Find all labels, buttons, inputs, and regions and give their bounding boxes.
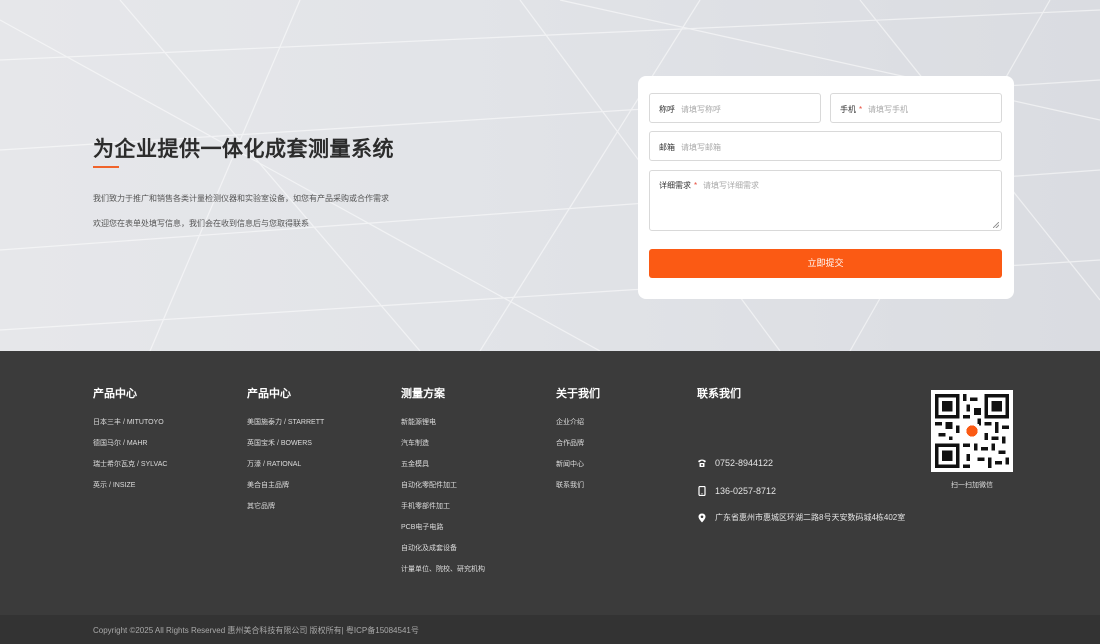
email-label: 邮箱 bbox=[659, 143, 675, 152]
name-field[interactable]: 称呼 请填写称呼 bbox=[649, 93, 821, 123]
footer-link[interactable]: 自动化零配件加工 bbox=[401, 481, 485, 502]
footer-column-solutions: 测量方案 新能源锂电 汽车制造 五金模具 自动化零配件加工 手机零部件加工 PC… bbox=[401, 387, 485, 586]
footer-column-title: 联系我们 bbox=[697, 388, 741, 400]
footer-link[interactable]: 英国宝禾 / BOWERS bbox=[247, 439, 324, 460]
resize-handle-icon[interactable] bbox=[993, 222, 999, 228]
mobile-icon bbox=[698, 486, 706, 496]
name-label: 称呼 bbox=[659, 105, 675, 114]
location-icon bbox=[698, 513, 706, 523]
footer-column-title: 产品中心 bbox=[93, 388, 137, 400]
footer-link[interactable]: 日本三丰 / MITUTOYO bbox=[93, 418, 167, 439]
footer-link[interactable]: 汽车制造 bbox=[401, 439, 485, 460]
footer-column-products-1: 产品中心 日本三丰 / MITUTOYO 德国马尔 / MAHR 瑞士希尔瓦克 … bbox=[93, 387, 167, 502]
footer-link[interactable]: 合作品牌 bbox=[556, 439, 600, 460]
phone-icon bbox=[698, 459, 706, 467]
contact-hero: 为企业提供一体化成套测量系统 我们致力于推广和销售各类计量检测仪器和实验室设备，… bbox=[0, 0, 1100, 351]
footer-link[interactable]: 联系我们 bbox=[556, 481, 600, 502]
required-mark: * bbox=[694, 181, 698, 190]
footer-link[interactable]: 美合自主品牌 bbox=[247, 481, 324, 502]
footer-column-title: 产品中心 bbox=[247, 388, 291, 400]
footer-column-title: 测量方案 bbox=[401, 388, 445, 400]
footer-column-contact: 联系我们 0752-8944122 136-0257-8712 广东省惠州市惠城… bbox=[697, 387, 905, 523]
hero-title: 为企业提供一体化成套测量系统 bbox=[93, 138, 394, 161]
footer-link[interactable]: 新能源锂电 bbox=[401, 418, 485, 439]
email-placeholder: 请填写邮箱 bbox=[681, 143, 721, 152]
footer-link[interactable]: PCB电子电路 bbox=[401, 523, 485, 544]
copyright-text: Copyright ©2025 All Rights Reserved 惠州美合… bbox=[93, 626, 419, 635]
required-mark: * bbox=[859, 105, 863, 114]
inquiry-form: 称呼 请填写称呼 手机 * 请填写手机 邮箱 请填写邮箱 详细需求 * 请填写详细需… bbox=[638, 76, 1014, 299]
footer-link[interactable]: 手机零部件加工 bbox=[401, 502, 485, 523]
footer-column-products-2: 产品中心 美国施泰力 / STARRETT 英国宝禾 / BOWERS 万濠 /… bbox=[247, 387, 324, 523]
hero-description-2: 欢迎您在表单处填写信息，我们会在收到信息后与您取得联系 bbox=[93, 219, 309, 228]
footer-link[interactable]: 计量单位、院校、研究机构 bbox=[401, 565, 485, 586]
footer-link[interactable]: 五金模具 bbox=[401, 460, 485, 481]
footer-link[interactable]: 英示 / INSIZE bbox=[93, 481, 167, 502]
phone-placeholder: 请填写手机 bbox=[868, 105, 908, 114]
hero-description-1: 我们致力于推广和销售各类计量检测仪器和实验室设备，如您有产品采购或合作需求 bbox=[93, 194, 389, 203]
email-field[interactable]: 邮箱 请填写邮箱 bbox=[649, 131, 1002, 161]
mobile-number[interactable]: 136-0257-8712 bbox=[715, 486, 776, 496]
detail-label: 详细需求 * bbox=[659, 181, 698, 190]
site-footer: 产品中心 日本三丰 / MITUTOYO 德国马尔 / MAHR 瑞士希尔瓦克 … bbox=[0, 351, 1100, 615]
submit-button[interactable]: 立即提交 bbox=[649, 249, 1002, 278]
title-underline bbox=[93, 166, 119, 168]
footer-link[interactable]: 瑞士希尔瓦克 / SYLVAC bbox=[93, 460, 167, 481]
detail-placeholder: 请填写详细需求 bbox=[703, 181, 759, 190]
copyright-bar: Copyright ©2025 All Rights Reserved 惠州美合… bbox=[0, 615, 1100, 644]
phone-number[interactable]: 0752-8944122 bbox=[715, 458, 773, 468]
footer-link[interactable]: 企业介绍 bbox=[556, 418, 600, 439]
footer-link[interactable]: 新闻中心 bbox=[556, 460, 600, 481]
qr-code-icon bbox=[931, 390, 1013, 472]
address-text: 广东省惠州市惠城区环湖二路8号天安数码城4栋402室 bbox=[715, 513, 906, 522]
footer-link[interactable]: 其它品牌 bbox=[247, 502, 324, 523]
name-placeholder: 请填写称呼 bbox=[681, 105, 721, 114]
footer-link[interactable]: 自动化及成套设备 bbox=[401, 544, 485, 565]
detail-textarea[interactable]: 详细需求 * 请填写详细需求 bbox=[649, 170, 1002, 231]
footer-column-about: 关于我们 企业介绍 合作品牌 新闻中心 联系我们 bbox=[556, 387, 600, 502]
footer-link[interactable]: 万濠 / RATIONAL bbox=[247, 460, 324, 481]
footer-link[interactable]: 德国马尔 / MAHR bbox=[93, 439, 167, 460]
footer-link[interactable]: 美国施泰力 / STARRETT bbox=[247, 418, 324, 439]
phone-field[interactable]: 手机 * 请填写手机 bbox=[830, 93, 1002, 123]
qr-caption: 扫一扫加微信 bbox=[951, 482, 993, 489]
phone-label: 手机 * bbox=[840, 105, 863, 114]
footer-column-title: 关于我们 bbox=[556, 388, 600, 400]
